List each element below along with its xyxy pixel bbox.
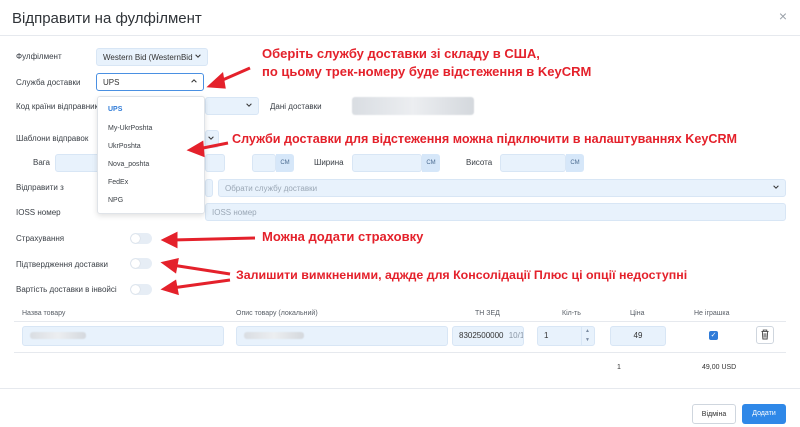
width-input[interactable] <box>352 154 422 172</box>
hs-code-count: 10/10 <box>508 331 524 340</box>
table-divider <box>14 321 786 322</box>
height-unit: CM <box>566 154 584 172</box>
ioss-placeholder: IOSS номер <box>212 208 257 217</box>
send-from-select[interactable]: Обрати службу доставки <box>218 179 786 197</box>
arrow-1-icon <box>217 66 251 84</box>
height-input[interactable] <box>500 154 566 172</box>
country-code-label: Код країни відправника <box>16 102 103 111</box>
templates-select[interactable] <box>205 130 219 148</box>
description-redacted <box>244 332 304 339</box>
confirmation-toggle[interactable] <box>130 258 152 269</box>
annotation-2: Служби доставки для відстеження можна пі… <box>232 132 738 146</box>
th-quantity: Кіл-ть <box>562 310 581 317</box>
arrow-1-head-icon <box>206 72 226 89</box>
quantity-stepper[interactable]: ▲ ▼ <box>581 327 593 345</box>
price-input[interactable]: 49 <box>610 326 666 346</box>
close-icon[interactable]: × <box>776 9 790 23</box>
arrow-3-head-icon <box>160 231 178 249</box>
table-bottom-divider <box>14 352 786 353</box>
quantity-value: 1 <box>544 331 549 340</box>
send-from-placeholder: Обрати службу доставки <box>225 184 318 193</box>
weight-input-tail[interactable] <box>205 154 225 172</box>
annotation-1-line-1: Оберіть службу доставки зі складу в США, <box>262 46 540 61</box>
modal-header: Відправити на фулфілмент × <box>0 0 800 36</box>
dropdown-option-ups[interactable]: UPS <box>108 106 122 113</box>
arrow-5-head-icon <box>160 279 179 296</box>
stepper-down-icon[interactable]: ▼ <box>582 336 593 345</box>
total-quantity: 1 <box>617 364 621 371</box>
price-value: 49 <box>633 331 643 340</box>
dropdown-option-nova-poshta[interactable]: Nova_poshta <box>108 161 149 168</box>
confirmation-label: Підтвердження доставки <box>16 260 108 269</box>
trash-icon <box>761 329 769 340</box>
th-not-toy: Не іграшка <box>694 310 730 317</box>
send-from-left[interactable] <box>205 179 213 197</box>
fulfillment-select[interactable]: Western Bid (WesternBid <box>96 48 208 66</box>
chevron-down-icon <box>246 103 252 107</box>
dropdown-option-ukrposhta[interactable]: UkrPoshta <box>108 143 141 150</box>
footer-divider <box>0 388 800 389</box>
arrow-3-icon <box>171 236 256 242</box>
modal-title: Відправити на фулфілмент <box>12 10 202 27</box>
fulfillment-label: Фулфілмент <box>16 52 62 61</box>
cancel-button[interactable]: Відміна <box>692 404 736 424</box>
weight-unit: CM <box>276 154 294 172</box>
templates-label: Шаблони відправок <box>16 134 89 143</box>
annotation-3: Можна додати страховку <box>262 229 424 244</box>
annotation-1-line-2: по цьому трек-номеру буде відстеження в … <box>262 64 592 79</box>
chevron-down-icon <box>195 54 201 58</box>
width-label: Ширина <box>314 158 344 167</box>
th-price: Ціна <box>630 310 645 317</box>
dropdown-option-npg[interactable]: NPG <box>108 197 123 204</box>
delivery-service-select[interactable]: UPS <box>96 73 204 91</box>
th-description: Опис товару (локальний) <box>236 310 318 317</box>
hs-code-value: 8302500000 <box>459 331 504 340</box>
height-label: Висота <box>466 158 493 167</box>
chevron-down-icon <box>208 136 214 140</box>
hs-code-input[interactable]: 8302500000 10/10 <box>452 326 524 346</box>
add-button[interactable]: Додати <box>742 404 786 424</box>
fulfillment-modal: Відправити на фулфілмент × Фулфілмент We… <box>0 0 800 427</box>
send-from-label: Відправити з <box>16 183 64 192</box>
not-toy-checkbox[interactable]: ✓ <box>709 331 718 340</box>
ioss-input[interactable]: IOSS номер <box>205 203 786 221</box>
chevron-down-icon <box>773 185 779 189</box>
sender-data-label: Дані доставки <box>270 102 322 111</box>
insurance-toggle[interactable] <box>130 233 152 244</box>
invoice-cost-toggle[interactable] <box>130 284 152 295</box>
fulfillment-value: Western Bid (WesternBid <box>103 53 193 62</box>
delivery-service-dropdown: UPS My-UkrPoshta UkrPoshta Nova_poshta F… <box>97 96 205 214</box>
arrow-4-head-icon <box>160 258 179 274</box>
invoice-cost-label: Вартість доставки в інвойсі <box>16 285 117 294</box>
product-name-redacted <box>30 332 86 339</box>
dropdown-option-fedex[interactable]: FedEx <box>108 179 128 186</box>
insurance-label: Страхування <box>16 234 65 243</box>
delivery-service-value: UPS <box>103 78 120 87</box>
stepper-up-icon[interactable]: ▲ <box>582 327 593 336</box>
weight-label: Вага <box>33 158 50 167</box>
th-product-name: Назва товару <box>22 310 66 317</box>
th-hs-code: ТН ЗЕД <box>475 310 500 317</box>
chevron-up-icon <box>191 79 197 83</box>
length-input[interactable] <box>252 154 276 172</box>
width-unit: CM <box>422 154 440 172</box>
country-code-select[interactable] <box>205 97 259 115</box>
delete-row-button[interactable] <box>756 326 774 344</box>
annotation-4: Залишити вимкненими, аджде для Консоліда… <box>236 268 688 282</box>
arrow-4-icon <box>171 263 231 276</box>
delivery-service-label: Служба доставки <box>16 78 81 87</box>
arrow-5-icon <box>171 278 231 290</box>
ioss-label: IOSS номер <box>16 208 61 217</box>
sender-data-redacted <box>352 97 474 115</box>
dropdown-option-my-ukrposhta[interactable]: My-UkrPoshta <box>108 125 152 132</box>
total-sum: 49,00 USD <box>702 364 737 371</box>
